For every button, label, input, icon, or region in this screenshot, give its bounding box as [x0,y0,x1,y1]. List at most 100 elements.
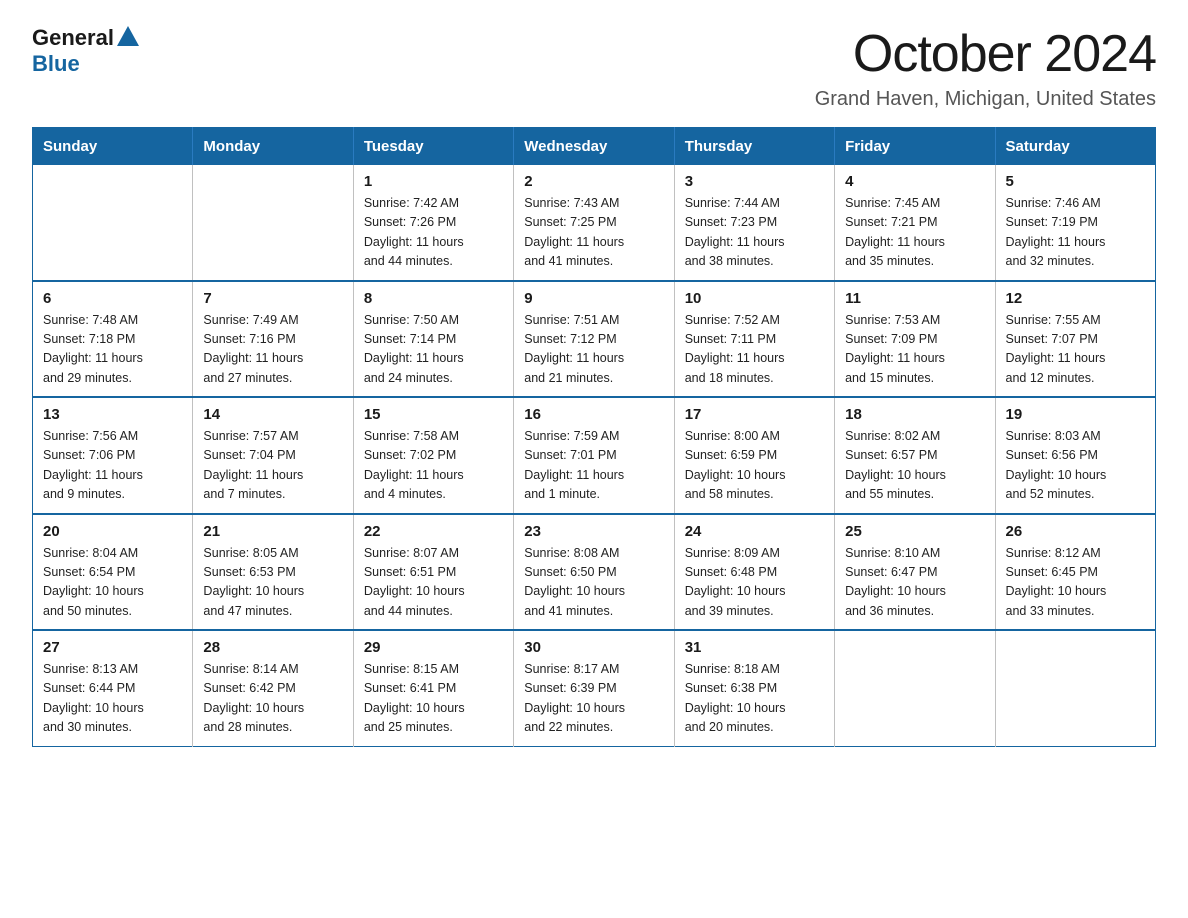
day-number: 23 [524,523,663,540]
calendar-day-cell: 3Sunrise: 7:44 AMSunset: 7:23 PMDaylight… [674,165,834,281]
calendar-day-cell: 5Sunrise: 7:46 AMSunset: 7:19 PMDaylight… [995,165,1155,281]
calendar-day-cell: 23Sunrise: 8:08 AMSunset: 6:50 PMDayligh… [514,514,674,631]
calendar-day-cell: 19 Sunrise: 8:03 AMSunset: 6:56 PMDayligh… [995,397,1155,514]
calendar-day-cell: 2 Sunrise: 7:43 AMSunset: 7:25 PMDaylight… [514,165,674,281]
calendar-day-cell [995,630,1155,746]
calendar-day-cell: 16 Sunrise: 7:59 AMSunset: 7:01 PMDayligh… [514,397,674,514]
calendar-day-cell: 20 Sunrise: 8:04 AMSunset: 6:54 PMDayligh… [33,514,193,631]
day-number: 21 [203,523,342,540]
calendar-day-cell: 9 Sunrise: 7:51 AMSunset: 7:12 PMDaylight… [514,281,674,398]
calendar-day-cell: 24Sunrise: 8:09 AMSunset: 6:48 PMDayligh… [674,514,834,631]
day-number: 4 [845,173,984,190]
day-number: 28 [203,639,342,656]
day-info: Sunrise: 7:48 AMSunset: 7:18 PMDaylight:… [43,311,182,389]
calendar-header-row: SundayMondayTuesdayWednesdayThursdayFrid… [33,128,1156,166]
calendar-day-cell: 7Sunrise: 7:49 AMSunset: 7:16 PMDaylight… [193,281,353,398]
day-number: 20 [43,523,182,540]
calendar-day-cell: 14 Sunrise: 7:57 AMSunset: 7:04 PMDayligh… [193,397,353,514]
day-number: 22 [364,523,503,540]
day-of-week-header: Thursday [674,128,834,166]
day-number: 29 [364,639,503,656]
calendar-day-cell: 29 Sunrise: 8:15 AMSunset: 6:41 PMDayligh… [353,630,513,746]
day-number: 30 [524,639,663,656]
calendar-week-row: 20 Sunrise: 8:04 AMSunset: 6:54 PMDayligh… [33,514,1156,631]
calendar-day-cell: 11Sunrise: 7:53 AMSunset: 7:09 PMDayligh… [835,281,995,398]
day-info: Sunrise: 8:18 AMSunset: 6:38 PMDaylight:… [685,660,824,738]
day-number: 9 [524,290,663,307]
logo: General Blue [32,24,139,77]
day-of-week-header: Wednesday [514,128,674,166]
day-info: Sunrise: 7:45 AMSunset: 7:21 PMDaylight:… [845,194,984,272]
day-number: 15 [364,406,503,423]
day-number: 17 [685,406,824,423]
day-info: Sunrise: 8:13 AMSunset: 6:44 PMDaylight:… [43,660,182,738]
day-number: 14 [203,406,342,423]
calendar-day-cell: 10Sunrise: 7:52 AMSunset: 7:11 PMDayligh… [674,281,834,398]
day-info: Sunrise: 8:10 AMSunset: 6:47 PMDaylight:… [845,544,984,622]
day-info: Sunrise: 8:03 AMSunset: 6:56 PMDaylight:… [1006,427,1145,505]
calendar-day-cell: 18 Sunrise: 8:02 AMSunset: 6:57 PMDayligh… [835,397,995,514]
day-number: 31 [685,639,824,656]
calendar-day-cell: 12 Sunrise: 7:55 AMSunset: 7:07 PMDayligh… [995,281,1155,398]
calendar-subtitle: Grand Haven, Michigan, United States [815,88,1156,111]
day-number: 13 [43,406,182,423]
day-number: 26 [1006,523,1145,540]
calendar-day-cell: 13 Sunrise: 7:56 AMSunset: 7:06 PMDayligh… [33,397,193,514]
day-info: Sunrise: 7:56 AMSunset: 7:06 PMDaylight:… [43,427,182,505]
day-number: 24 [685,523,824,540]
day-info: Sunrise: 7:50 AMSunset: 7:14 PMDaylight:… [364,311,503,389]
day-of-week-header: Sunday [33,128,193,166]
calendar-day-cell: 26 Sunrise: 8:12 AMSunset: 6:45 PMDayligh… [995,514,1155,631]
day-info: Sunrise: 8:15 AMSunset: 6:41 PMDaylight:… [364,660,503,738]
day-info: Sunrise: 8:12 AMSunset: 6:45 PMDaylight:… [1006,544,1145,622]
day-of-week-header: Friday [835,128,995,166]
day-number: 18 [845,406,984,423]
day-info: Sunrise: 7:43 AMSunset: 7:25 PMDaylight:… [524,194,663,272]
calendar-day-cell: 22 Sunrise: 8:07 AMSunset: 6:51 PMDayligh… [353,514,513,631]
day-info: Sunrise: 8:07 AMSunset: 6:51 PMDaylight:… [364,544,503,622]
calendar-week-row: 6 Sunrise: 7:48 AMSunset: 7:18 PMDaylight… [33,281,1156,398]
day-number: 25 [845,523,984,540]
day-number: 12 [1006,290,1145,307]
day-number: 19 [1006,406,1145,423]
calendar-week-row: 1 Sunrise: 7:42 AMSunset: 7:26 PMDaylight… [33,165,1156,281]
day-number: 27 [43,639,182,656]
title-section: October 2024 Grand Haven, Michigan, Unit… [815,24,1156,111]
day-info: Sunrise: 8:17 AMSunset: 6:39 PMDaylight:… [524,660,663,738]
calendar-day-cell [33,165,193,281]
day-number: 8 [364,290,503,307]
calendar-day-cell [193,165,353,281]
day-number: 11 [845,290,984,307]
day-info: Sunrise: 8:02 AMSunset: 6:57 PMDaylight:… [845,427,984,505]
day-info: Sunrise: 7:52 AMSunset: 7:11 PMDaylight:… [685,311,824,389]
day-info: Sunrise: 7:58 AMSunset: 7:02 PMDaylight:… [364,427,503,505]
day-info: Sunrise: 8:05 AMSunset: 6:53 PMDaylight:… [203,544,342,622]
calendar-day-cell: 1 Sunrise: 7:42 AMSunset: 7:26 PMDaylight… [353,165,513,281]
calendar-day-cell [835,630,995,746]
day-info: Sunrise: 8:00 AMSunset: 6:59 PMDaylight:… [685,427,824,505]
header: General Blue October 2024 Grand Haven, M… [32,24,1156,111]
logo-blue-text: Blue [32,51,139,77]
calendar-day-cell: 4 Sunrise: 7:45 AMSunset: 7:21 PMDaylight… [835,165,995,281]
day-number: 1 [364,173,503,190]
calendar-day-cell: 27 Sunrise: 8:13 AMSunset: 6:44 PMDayligh… [33,630,193,746]
day-info: Sunrise: 7:42 AMSunset: 7:26 PMDaylight:… [364,194,503,272]
day-of-week-header: Monday [193,128,353,166]
day-number: 16 [524,406,663,423]
calendar-day-cell: 15 Sunrise: 7:58 AMSunset: 7:02 PMDayligh… [353,397,513,514]
day-info: Sunrise: 8:14 AMSunset: 6:42 PMDaylight:… [203,660,342,738]
calendar-day-cell: 17 Sunrise: 8:00 AMSunset: 6:59 PMDayligh… [674,397,834,514]
day-info: Sunrise: 8:04 AMSunset: 6:54 PMDaylight:… [43,544,182,622]
day-info: Sunrise: 7:49 AMSunset: 7:16 PMDaylight:… [203,311,342,389]
calendar-week-row: 27 Sunrise: 8:13 AMSunset: 6:44 PMDayligh… [33,630,1156,746]
calendar-day-cell: 28 Sunrise: 8:14 AMSunset: 6:42 PMDayligh… [193,630,353,746]
day-number: 6 [43,290,182,307]
day-info: Sunrise: 7:57 AMSunset: 7:04 PMDaylight:… [203,427,342,505]
day-number: 2 [524,173,663,190]
calendar-day-cell: 31 Sunrise: 8:18 AMSunset: 6:38 PMDayligh… [674,630,834,746]
day-info: Sunrise: 7:51 AMSunset: 7:12 PMDaylight:… [524,311,663,389]
day-info: Sunrise: 7:55 AMSunset: 7:07 PMDaylight:… [1006,311,1145,389]
day-info: Sunrise: 7:59 AMSunset: 7:01 PMDaylight:… [524,427,663,505]
calendar-day-cell: 25 Sunrise: 8:10 AMSunset: 6:47 PMDayligh… [835,514,995,631]
calendar-week-row: 13 Sunrise: 7:56 AMSunset: 7:06 PMDayligh… [33,397,1156,514]
